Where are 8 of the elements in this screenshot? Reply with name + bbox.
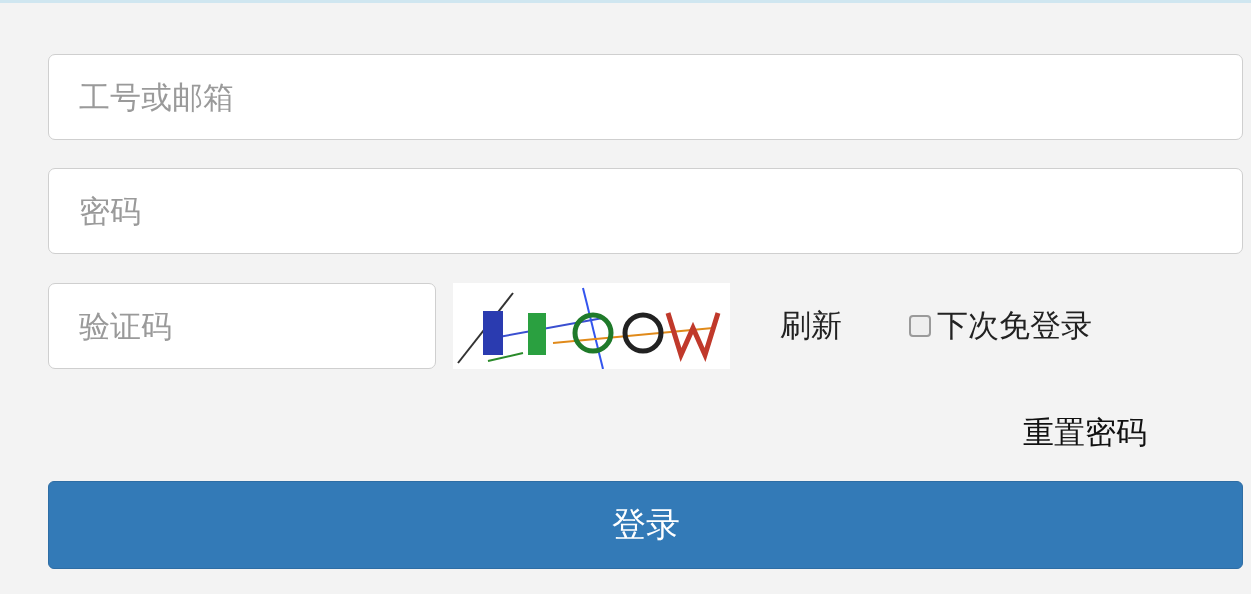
input-field[interactable]: 工号或邮箱 (48, 54, 1243, 140)
checkbox-label[interactable]: 下次免登录 (937, 305, 1092, 347)
checkbox[interactable] (909, 315, 931, 337)
reset-password-link[interactable]: 重置密码 (1023, 412, 1147, 462)
captcha-field[interactable]: 验证码 (48, 283, 436, 369)
login-button[interactable]: 登录 (48, 481, 1243, 569)
refresh-link[interactable]: 刷新 (780, 305, 842, 347)
input-field[interactable]: 密码 (48, 168, 1243, 254)
